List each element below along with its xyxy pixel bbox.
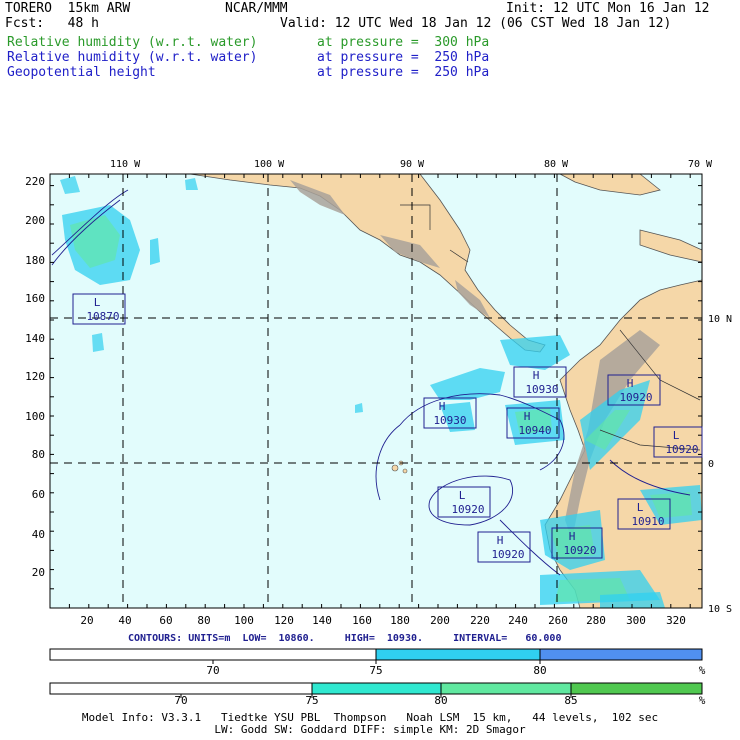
colorbar-2-label: 80	[434, 694, 447, 707]
y-tick-label: 80	[32, 448, 45, 461]
colorbar-2: 70 75 80 85 %	[49, 682, 706, 707]
lon-label: 80 W	[544, 159, 569, 170]
lon-label: 100 W	[254, 159, 285, 170]
y-tick-label: 20	[32, 566, 45, 579]
center-type: L	[459, 489, 466, 502]
x-tick-label: 120	[274, 614, 294, 627]
colorbar-2-unit: %	[699, 694, 706, 707]
center-value: 10920	[563, 544, 596, 557]
y-tick-label: 60	[32, 488, 45, 501]
center-value: 10920	[665, 443, 698, 456]
center-type: H	[497, 534, 504, 547]
center-value: 10920	[491, 548, 524, 561]
center-type: H	[533, 369, 540, 382]
x-tick-label: 240	[508, 614, 528, 627]
center-value: 10870	[86, 310, 119, 323]
y-tick-label: 220	[25, 175, 45, 188]
y-tick-label: 120	[25, 370, 45, 383]
center-type: H	[524, 410, 531, 423]
center-value: 10940	[518, 424, 551, 437]
x-tick-label: 180	[390, 614, 410, 627]
colorbar-2-label: 70	[174, 694, 187, 707]
colorbar-2-segment	[440, 682, 572, 695]
x-tick-label: 220	[470, 614, 490, 627]
contour-info: CONTOURS: UNITS=m LOW= 10860. HIGH= 1093…	[128, 633, 562, 644]
center-type: L	[637, 501, 644, 514]
lon-label: 110 W	[110, 159, 141, 170]
center-type: L	[94, 296, 101, 309]
center-type: H	[569, 530, 576, 543]
colorbar-1-unit: %	[699, 664, 706, 677]
colorbar-1-segment	[49, 648, 377, 661]
y-tick-label: 180	[25, 254, 45, 267]
x-tick-label: 20	[80, 614, 93, 627]
x-tick-label: 320	[666, 614, 686, 627]
y-tick-label: 140	[25, 332, 45, 345]
lon-label: 70 W	[688, 159, 713, 170]
lat-label: 0	[708, 459, 714, 470]
y-tick-label: 160	[25, 292, 45, 305]
colorbar-2-segment	[311, 682, 442, 695]
colorbar-1-label: 80	[533, 664, 546, 677]
center-type: H	[439, 400, 446, 413]
center-value: 10930	[525, 383, 558, 396]
colorbar-2-segment	[49, 682, 313, 695]
colorbar-1-segment	[539, 648, 703, 661]
x-tick-label: 40	[118, 614, 131, 627]
center-value: 10920	[619, 391, 652, 404]
map-svg: 110 W 100 W 90 W 80 W 70 W 10 N 0 10 S 2…	[25, 159, 732, 707]
x-tick-label: 300	[626, 614, 646, 627]
lat-label: 10 N	[708, 314, 732, 325]
center-value: 10930	[433, 414, 466, 427]
y-tick-label: 40	[32, 528, 45, 541]
x-tick-label: 160	[352, 614, 372, 627]
lon-label: 90 W	[400, 159, 425, 170]
physics-info: LW: Godd SW: Goddard DIFF: simple KM: 2D…	[214, 723, 526, 736]
x-tick-label: 280	[586, 614, 606, 627]
colorbar-2-segment	[570, 682, 703, 695]
center-type: L	[673, 429, 680, 442]
y-tick-label: 200	[25, 214, 45, 227]
colorbar-1-segment	[375, 648, 541, 661]
center-value: 10910	[631, 515, 664, 528]
x-tick-label: 140	[312, 614, 332, 627]
colorbar-2-label: 85	[564, 694, 577, 707]
x-tick-label: 260	[548, 614, 568, 627]
x-tick-label: 200	[430, 614, 450, 627]
colorbar-1-label: 70	[206, 664, 219, 677]
colorbar-1: 70 75 80 %	[49, 648, 706, 677]
lat-label: 10 S	[708, 604, 732, 615]
y-tick-label: 100	[25, 410, 45, 423]
x-tick-label: 60	[159, 614, 172, 627]
center-type: H	[627, 377, 634, 390]
x-tick-label: 80	[197, 614, 210, 627]
colorbar-2-label: 75	[305, 694, 318, 707]
center-value: 10920	[451, 503, 484, 516]
x-tick-label: 100	[234, 614, 254, 627]
colorbar-1-label: 75	[369, 664, 382, 677]
